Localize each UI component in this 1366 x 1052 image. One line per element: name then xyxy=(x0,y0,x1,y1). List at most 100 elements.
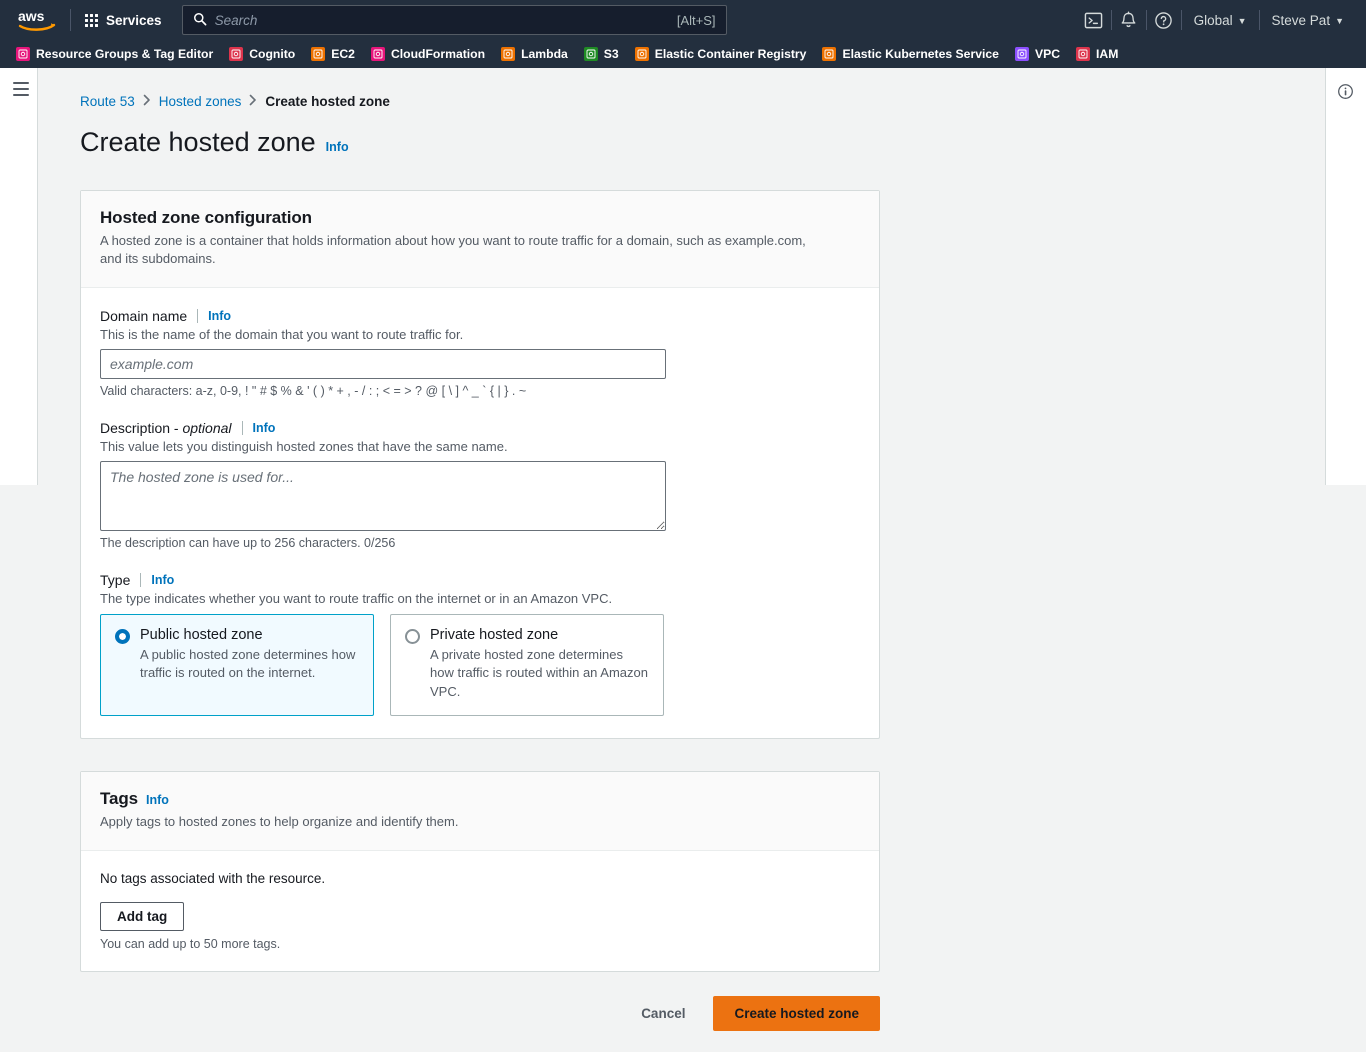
cloudshell-icon[interactable] xyxy=(1077,0,1111,40)
card-title: Hosted zone configuration xyxy=(100,208,312,227)
label-divider xyxy=(197,308,199,323)
type-option-public-hosted-zone[interactable]: Public hosted zone A public hosted zone d… xyxy=(100,613,374,717)
main-content: Route 53 Hosted zones Create hosted zone C… xyxy=(38,68,1325,1031)
top-navigation-right-group: Global ▼ Steve Pat ▼ xyxy=(1077,0,1366,40)
radio-button-icon[interactable] xyxy=(115,628,130,644)
favorite-elastic-container-registry[interactable]: Elastic Container Registry xyxy=(627,44,815,64)
tags-card-description: Apply tags to hosted zones to help organ… xyxy=(100,814,459,830)
favorite-iam[interactable]: IAM xyxy=(1068,44,1126,64)
favorite-ec2[interactable]: EC2 xyxy=(303,44,363,64)
search-input[interactable]: Search xyxy=(215,13,669,28)
page-title: Create hosted zone xyxy=(80,127,316,157)
domain-name-label: Domain name xyxy=(100,307,188,324)
type-label: Type xyxy=(100,571,131,588)
bell-icon[interactable] xyxy=(1112,0,1146,40)
top-navigation-bar: aws Services Search [Alt+S] Global ▼ Ste… xyxy=(0,0,1366,40)
label-divider xyxy=(140,572,142,587)
favorite-s3[interactable]: S3 xyxy=(576,44,627,64)
breadcrumb-separator xyxy=(249,94,257,109)
page-info-link[interactable]: Info xyxy=(326,140,349,154)
tags-card-title: Tags xyxy=(100,789,139,809)
chevron-down-icon: ▼ xyxy=(1335,16,1344,26)
type-option-private-hosted-zone[interactable]: Private hosted zone A private hosted zone… xyxy=(390,613,664,717)
favorite-label: VPC xyxy=(1034,47,1060,61)
chevron-down-icon: ▼ xyxy=(1237,16,1247,26)
type-info-link[interactable]: Info xyxy=(151,573,174,587)
favorite-cloudformation[interactable]: CloudFormation xyxy=(363,44,493,64)
ec2-icon xyxy=(311,47,326,61)
favorite-cognito[interactable]: Cognito xyxy=(221,44,303,64)
search-icon xyxy=(193,12,207,29)
iam-icon xyxy=(1076,47,1090,61)
right-side-panel xyxy=(1325,68,1366,485)
domain-name-valid-characters-note: Valid characters: a-z, 0-9, ! " # $ % & … xyxy=(100,383,527,398)
cancel-button[interactable]: Cancel xyxy=(625,998,701,1029)
breadcrumb-item-route-53[interactable]: Route 53 xyxy=(80,94,135,109)
favorite-elastic-kubernetes-service[interactable]: Elastic Kubernetes Service xyxy=(814,44,1007,64)
description-textarea[interactable] xyxy=(100,460,666,531)
breadcrumb-item-create-hosted-zone: Create hosted zone xyxy=(265,94,390,109)
type-hint: The type indicates whether you want to r… xyxy=(100,590,613,606)
domain-name-info-link[interactable]: Info xyxy=(208,309,231,323)
domain-name-input[interactable] xyxy=(100,348,666,379)
hamburger-menu-icon[interactable] xyxy=(13,82,29,100)
favorite-label: Elastic Container Registry xyxy=(654,47,807,61)
ecr-icon xyxy=(634,47,649,61)
domain-name-field: Domain name Info This is the name of the… xyxy=(100,308,860,398)
grid-icon xyxy=(85,13,98,27)
tags-card-body: No tags associated with the resource. Ad… xyxy=(81,851,879,971)
eks-icon xyxy=(822,47,837,61)
info-circle-icon[interactable] xyxy=(1337,83,1354,100)
account-menu[interactable]: Steve Pat ▼ xyxy=(1260,0,1356,40)
label-divider xyxy=(241,420,243,435)
region-label: Global xyxy=(1193,12,1233,28)
type-option-title: Private hosted zone xyxy=(430,626,559,643)
favorite-resource-groups-tag-editor[interactable]: Resource Groups & Tag Editor xyxy=(8,44,221,64)
vpc-icon xyxy=(1014,47,1029,61)
description-field: Description - optional Info This value l… xyxy=(100,420,860,550)
lambda-icon xyxy=(501,47,516,61)
card-description: A hosted zone is a container that holds … xyxy=(100,233,806,267)
type-field: Type Info The type indicates whether you… xyxy=(100,571,860,717)
search-shortcut-hint: [Alt+S] xyxy=(676,12,716,28)
type-option-title: Public hosted zone xyxy=(140,626,263,643)
question-circle-icon[interactable] xyxy=(1147,0,1181,40)
tags-info-link[interactable]: Info xyxy=(146,793,169,807)
hosted-zone-configuration-card: Hosted zone configuration A hosted zone … xyxy=(80,190,880,740)
services-label: Services xyxy=(106,12,162,28)
svg-text:aws: aws xyxy=(18,8,45,24)
type-radio-group: Public hosted zone A public hosted zone d… xyxy=(100,613,860,717)
form-actions: Cancel Create hosted zone xyxy=(80,995,880,1031)
favorite-label: Lambda xyxy=(521,47,568,61)
domain-name-hint: This is the name of the domain that you … xyxy=(100,326,464,342)
nav-divider xyxy=(70,9,71,31)
card-body: Domain name Info This is the name of the… xyxy=(81,288,879,738)
card-header: Hosted zone configuration A hosted zone … xyxy=(81,191,879,288)
breadcrumb: Route 53 Hosted zones Create hosted zone xyxy=(38,68,1325,109)
tags-empty-message: No tags associated with the resource. xyxy=(100,870,326,886)
tags-limit-note: You can add up to 50 more tags. xyxy=(100,936,281,951)
resource-groups-icon xyxy=(16,47,30,61)
radio-button-icon[interactable] xyxy=(405,628,420,644)
description-info-link[interactable]: Info xyxy=(253,421,276,435)
create-hosted-zone-button[interactable]: Create hosted zone xyxy=(713,995,880,1031)
favorite-label: Cognito xyxy=(249,47,296,61)
page-header: Create hosted zone Info xyxy=(38,109,1325,158)
global-search-bar[interactable]: Search [Alt+S] xyxy=(181,5,727,35)
favorite-vpc[interactable]: VPC xyxy=(1007,44,1068,64)
breadcrumb-separator xyxy=(143,94,151,109)
favorites-bar: Resource Groups & Tag Editor Cognito EC2 Cl… xyxy=(0,40,1366,68)
type-option-description: A private hosted zone determines how tra… xyxy=(430,646,648,699)
s3-icon xyxy=(583,47,598,61)
region-selector[interactable]: Global ▼ xyxy=(1182,0,1259,40)
add-tag-button[interactable]: Add tag xyxy=(100,901,185,931)
services-menu-button[interactable]: Services xyxy=(75,7,172,34)
favorite-lambda[interactable]: Lambda xyxy=(493,44,576,64)
left-side-panel xyxy=(0,68,38,485)
favorite-label: EC2 xyxy=(331,47,355,61)
card-header: Tags Info Apply tags to hosted zones to … xyxy=(81,772,879,851)
aws-logo[interactable]: aws xyxy=(8,8,66,32)
favorite-label: IAM xyxy=(1096,47,1119,61)
favorite-label: Elastic Kubernetes Service xyxy=(842,47,999,61)
breadcrumb-item-hosted-zones[interactable]: Hosted zones xyxy=(159,94,242,109)
